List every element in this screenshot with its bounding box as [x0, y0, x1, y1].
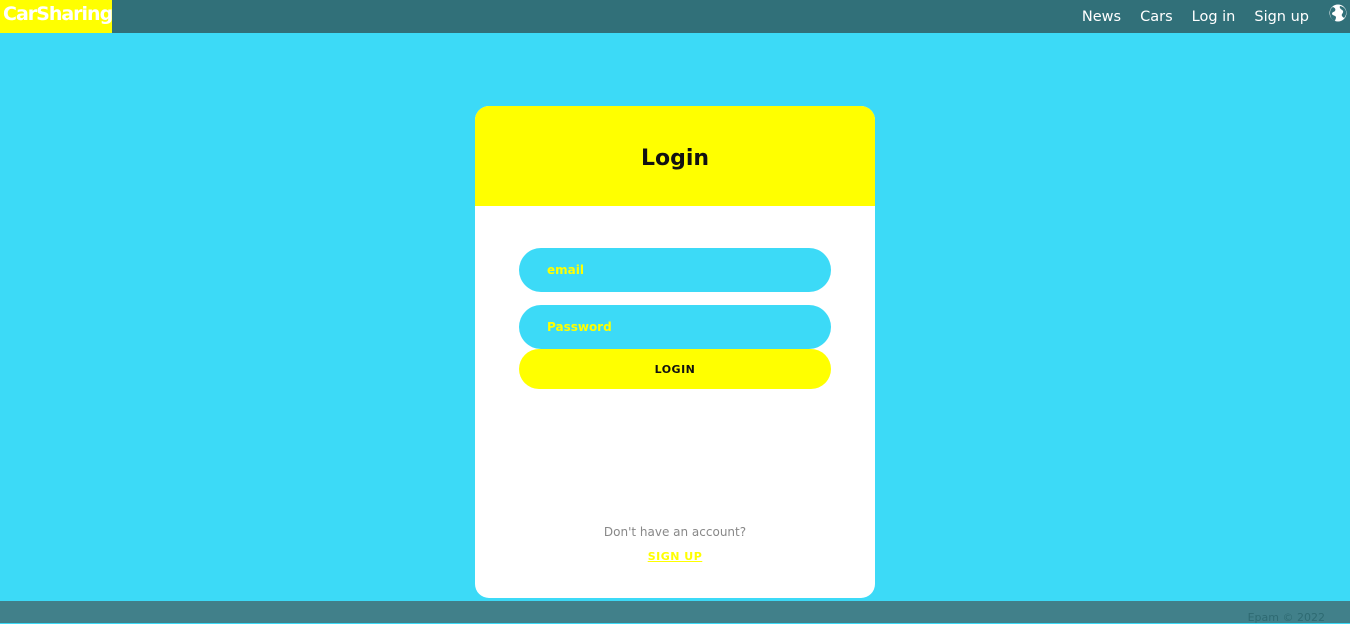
page-title: Login	[640, 145, 710, 171]
login-card: Login LOGIN Don't have an account? SIGN …	[475, 106, 875, 598]
sign-up-link[interactable]: SIGN UP	[475, 550, 875, 563]
top-navbar: CarSharing News Cars Log in Sign up	[0, 0, 1350, 33]
password-field[interactable]	[519, 305, 831, 349]
copyright-text: Epam © 2022	[1247, 611, 1325, 624]
nav-menu: News Cars Log in Sign up	[1063, 0, 1350, 33]
nav-item-sign-up[interactable]: Sign up	[1254, 4, 1309, 30]
email-field[interactable]	[519, 248, 831, 292]
brand-logo[interactable]: CarSharing	[0, 0, 113, 33]
globe-icon[interactable]	[1328, 3, 1348, 23]
nav-item-log-in[interactable]: Log in	[1192, 4, 1236, 30]
nav-item-cars[interactable]: Cars	[1140, 4, 1173, 30]
footer: Epam © 2022	[0, 601, 1350, 624]
login-card-header: Login	[475, 106, 875, 206]
no-account-text: Don't have an account?	[603, 525, 747, 539]
nav-item-news[interactable]: News	[1082, 4, 1121, 30]
login-button[interactable]: LOGIN	[519, 349, 831, 389]
